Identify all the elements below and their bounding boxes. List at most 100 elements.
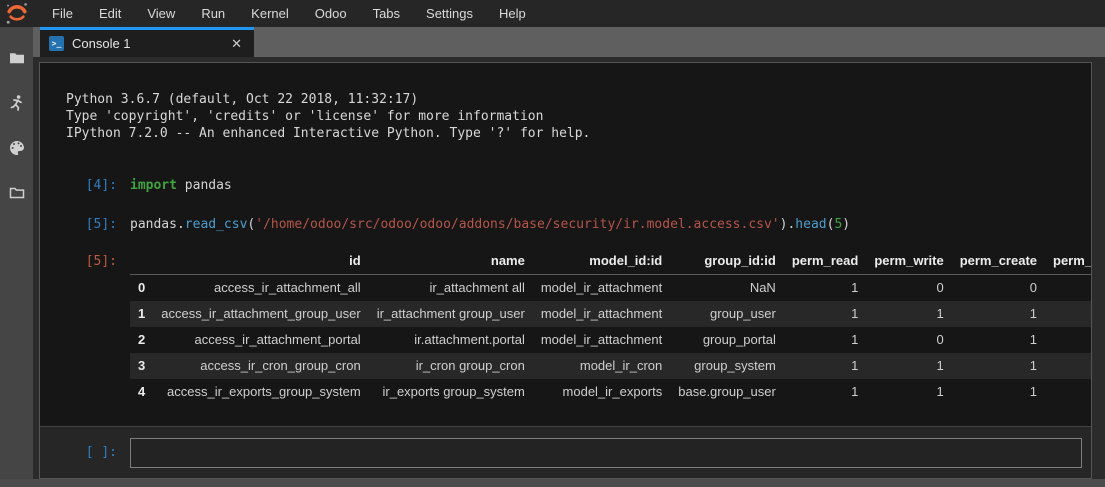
running-sessions-icon[interactable] xyxy=(8,94,26,112)
dataframe-col-header: perm_write xyxy=(866,248,951,275)
code-cell-4: [4]: import pandas xyxy=(40,178,1091,193)
table-cell: group_system xyxy=(670,353,784,379)
tab-label: Console 1 xyxy=(72,36,131,51)
console-icon: >_ xyxy=(49,36,64,51)
table-cell: 1 xyxy=(866,379,951,405)
table-cell: 1 xyxy=(784,275,866,302)
row-index: 4 xyxy=(130,379,153,405)
table-row: 4access_ir_exports_group_systemir_export… xyxy=(130,379,1091,405)
output-cell-5: [5]: idnamemodel_id:idgroup_id:idperm_re… xyxy=(40,248,1091,405)
banner-line: IPython 7.2.0 -- An enhanced Interactive… xyxy=(66,125,1091,142)
code-cell-5: [5]: pandas.read_csv('/home/odoo/src/odo… xyxy=(40,217,1091,232)
menu-item-kernel[interactable]: Kernel xyxy=(238,0,302,27)
table-cell: NaN xyxy=(670,275,784,302)
tab-close-icon[interactable]: ✕ xyxy=(227,35,246,52)
row-index: 0 xyxy=(130,275,153,302)
table-cell: access_ir_attachment_all xyxy=(153,275,368,302)
console-output-area[interactable]: Python 3.6.7 (default, Oct 22 2018, 11:3… xyxy=(40,63,1091,426)
table-cell: ir_cron group_cron xyxy=(369,353,533,379)
table-row: 0access_ir_attachment_allir_attachment a… xyxy=(130,275,1091,302)
table-cell: group_portal xyxy=(670,327,784,353)
menubar-items: FileEditViewRunKernelOdooTabsSettingsHel… xyxy=(39,0,539,27)
input-prompt-4: [4]: xyxy=(40,178,130,193)
banner: Python 3.6.7 (default, Oct 22 2018, 11:3… xyxy=(66,91,1091,142)
table-cell: 0 xyxy=(866,275,951,302)
table-cell: access_ir_attachment_group_user xyxy=(153,301,368,327)
table-cell: 1 xyxy=(866,301,951,327)
menu-item-run[interactable]: Run xyxy=(188,0,238,27)
menu-item-settings[interactable]: Settings xyxy=(413,0,486,27)
table-cell: 1 xyxy=(952,301,1045,327)
table-cell: model_ir_attachment xyxy=(533,301,670,327)
code-in5: pandas.read_csv('/home/odoo/src/odoo/odo… xyxy=(130,217,850,232)
console-input-cell: [ ]: xyxy=(40,426,1091,478)
table-cell: 1 xyxy=(784,301,866,327)
table-cell: ir_exports group_system xyxy=(369,379,533,405)
menu-item-file[interactable]: File xyxy=(39,0,86,27)
input-prompt-empty: [ ]: xyxy=(40,445,130,460)
table-cell: 0 xyxy=(952,275,1045,302)
table-cell: access_ir_exports_group_system xyxy=(153,379,368,405)
menu-item-view[interactable]: View xyxy=(134,0,188,27)
table-cell: 1 xyxy=(784,379,866,405)
table-cell: 1 xyxy=(866,353,951,379)
table-cell: 1 xyxy=(1045,353,1091,379)
table-cell: 1 xyxy=(1045,301,1091,327)
table-cell: ir.attachment.portal xyxy=(369,327,533,353)
table-cell: group_user xyxy=(670,301,784,327)
command-palette-icon[interactable] xyxy=(8,139,26,157)
table-cell: model_ir_attachment xyxy=(533,327,670,353)
table-cell: access_ir_cron_group_cron xyxy=(153,353,368,379)
file-browser-icon[interactable] xyxy=(8,49,26,67)
dataframe-col-header: id xyxy=(153,248,368,275)
tab-bar: >_ Console 1 ✕ xyxy=(33,27,1105,57)
row-index: 1 xyxy=(130,301,153,327)
table-cell: model_ir_cron xyxy=(533,353,670,379)
table-cell: 0 xyxy=(1045,275,1091,302)
table-cell: 1 xyxy=(784,353,866,379)
table-cell: model_ir_exports xyxy=(533,379,670,405)
table-cell: 1 xyxy=(952,327,1045,353)
dataframe-col-header: group_id:id xyxy=(670,248,784,275)
table-cell: access_ir_attachment_portal xyxy=(153,327,368,353)
open-tabs-icon[interactable] xyxy=(8,184,26,202)
table-cell: ir_attachment all xyxy=(369,275,533,302)
table-row: 1access_ir_attachment_group_userir_attac… xyxy=(130,301,1091,327)
table-row: 2access_ir_attachment_portalir.attachmen… xyxy=(130,327,1091,353)
menubar: FileEditViewRunKernelOdooTabsSettingsHel… xyxy=(0,0,1105,27)
table-row: 3access_ir_cron_group_cronir_cron group_… xyxy=(130,353,1091,379)
dataframe-col-header: name xyxy=(369,248,533,275)
dataframe-col-header: model_id:id xyxy=(533,248,670,275)
input-prompt-5: [5]: xyxy=(40,217,130,232)
table-cell: 1 xyxy=(952,353,1045,379)
menu-item-help[interactable]: Help xyxy=(486,0,539,27)
table-cell: 1 xyxy=(952,379,1045,405)
table-cell: 1 xyxy=(784,327,866,353)
output-prompt-5: [5]: xyxy=(40,248,130,269)
left-activity-sidebar xyxy=(0,27,33,479)
dataframe-col-header: perm_unlink xyxy=(1045,248,1091,275)
console-panel: Python 3.6.7 (default, Oct 22 2018, 11:3… xyxy=(39,62,1092,479)
menu-item-edit[interactable]: Edit xyxy=(86,0,134,27)
row-index: 2 xyxy=(130,327,153,353)
banner-line: Python 3.6.7 (default, Oct 22 2018, 11:3… xyxy=(66,91,1091,108)
table-cell: 1 xyxy=(1045,379,1091,405)
dataframe-header: idnamemodel_id:idgroup_id:idperm_readper… xyxy=(130,248,1091,275)
table-cell: model_ir_attachment xyxy=(533,275,670,302)
jupyter-orange-logo-icon xyxy=(3,1,30,27)
table-cell: 0 xyxy=(866,327,951,353)
bottom-window-strip xyxy=(0,479,1105,487)
row-index: 3 xyxy=(130,353,153,379)
console-code-input[interactable] xyxy=(130,438,1082,468)
menu-item-odoo[interactable]: Odoo xyxy=(302,0,360,27)
dataframe-index-header xyxy=(130,248,153,275)
table-cell: 0 xyxy=(1045,327,1091,353)
table-cell: base.group_user xyxy=(670,379,784,405)
banner-line: Type 'copyright', 'credits' or 'license'… xyxy=(66,108,1091,125)
table-cell: ir_attachment group_user xyxy=(369,301,533,327)
code-in4: import pandas xyxy=(130,178,232,193)
dataframe-table: idnamemodel_id:idgroup_id:idperm_readper… xyxy=(130,248,1091,405)
menu-item-tabs[interactable]: Tabs xyxy=(360,0,413,27)
dataframe-col-header: perm_create xyxy=(952,248,1045,275)
tab-console-1[interactable]: >_ Console 1 ✕ xyxy=(40,27,254,57)
